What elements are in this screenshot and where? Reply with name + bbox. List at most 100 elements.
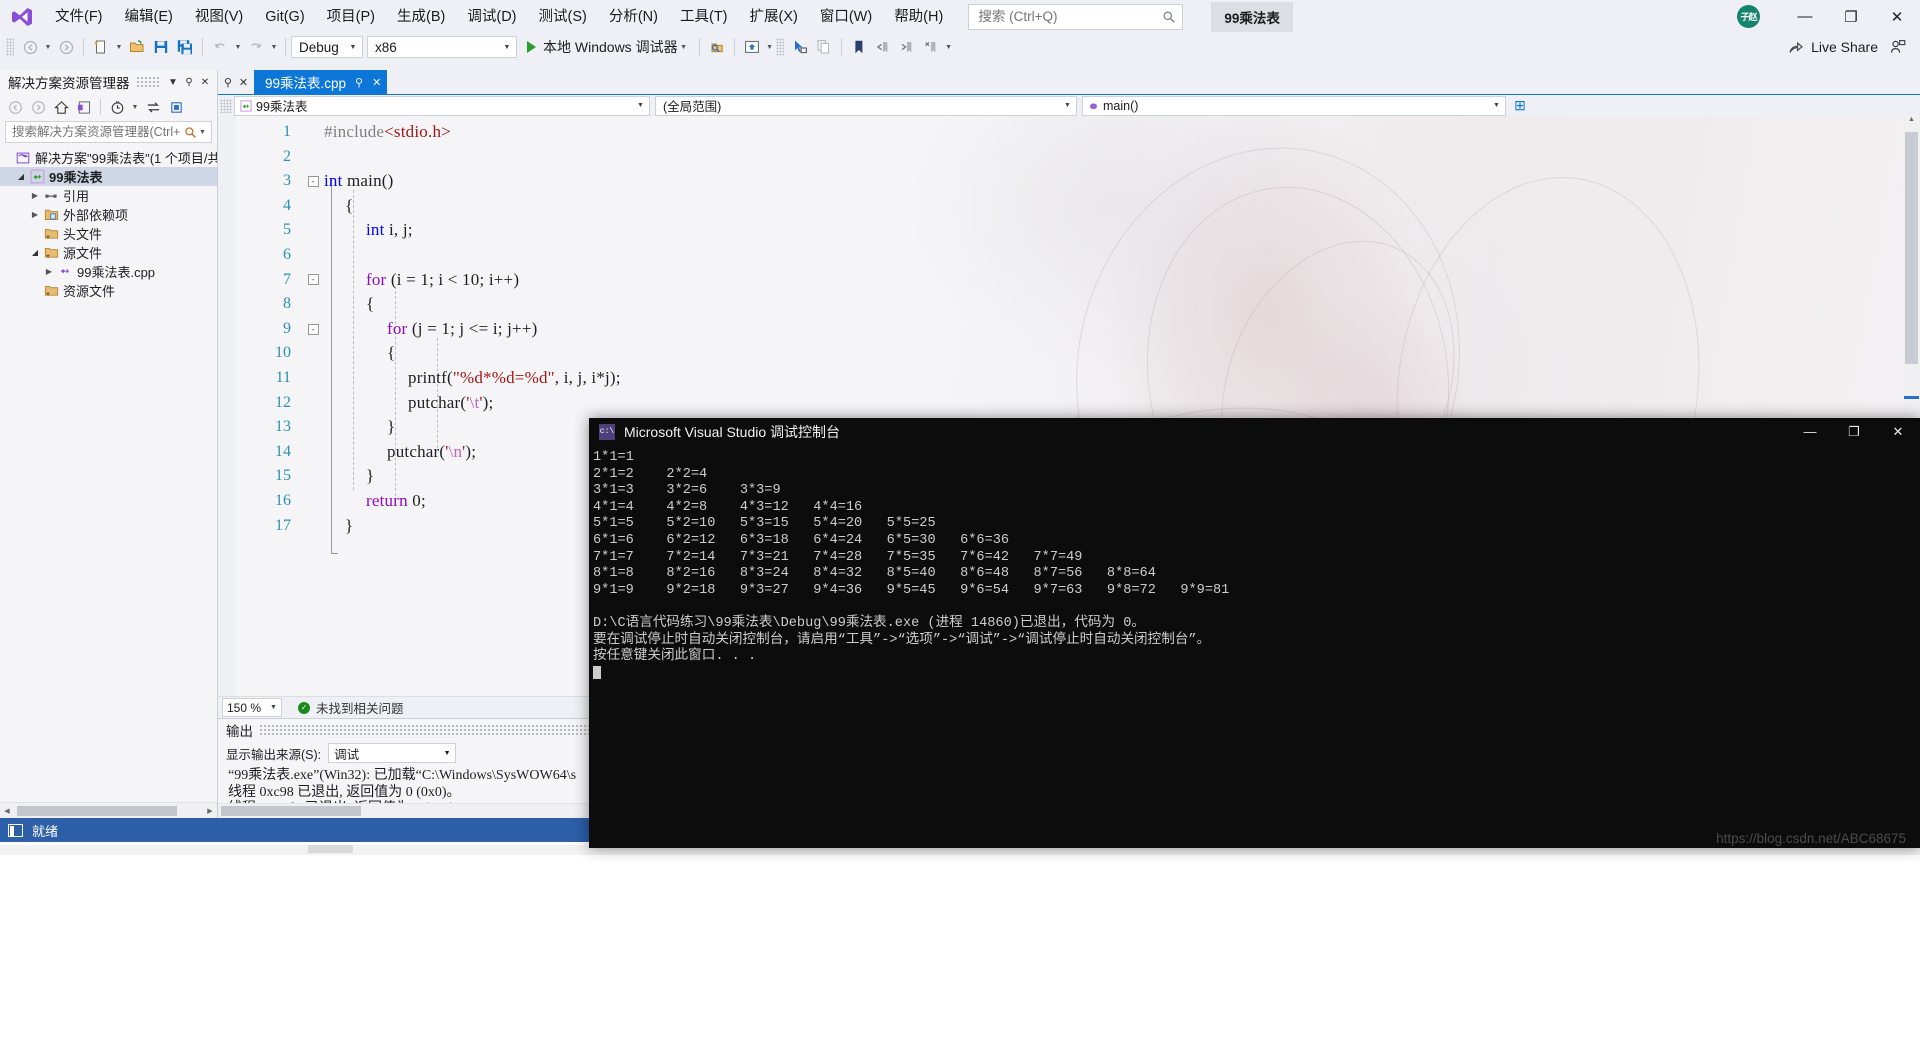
code-line[interactable]: 4{ [218, 194, 1920, 219]
code-text[interactable]: { [324, 341, 395, 366]
tab-99-multiplication-cpp[interactable]: 99乘法表.cpp ⚲ ✕ [254, 70, 388, 94]
solution-configuration-combo[interactable]: Debug ▼ [291, 36, 363, 58]
code-text[interactable]: putchar('\t'); [324, 391, 493, 416]
console-output[interactable]: 1*1=1 2*1=2 2*2=4 3*1=3 3*2=6 3*3=9 4*1=… [589, 445, 1920, 683]
collapse-icon[interactable]: - [302, 268, 324, 293]
code-text[interactable]: for (i = 1; i < 10; i++) [324, 268, 519, 293]
menu-view[interactable]: 视图(V) [184, 3, 254, 31]
menu-test[interactable]: 测试(S) [528, 3, 598, 31]
redo-icon[interactable] [244, 35, 268, 59]
sync-with-active-document-icon[interactable] [142, 96, 164, 118]
navbar-member-combo[interactable]: main() ▼ [1082, 95, 1506, 116]
code-text[interactable]: putchar('\n'); [324, 440, 476, 465]
code-text[interactable]: return 0; [324, 489, 426, 514]
tree-item-project[interactable]: ◢ 99乘法表 [0, 167, 217, 186]
menu-extensions[interactable]: 扩展(X) [739, 3, 809, 31]
scrollbar-thumb[interactable] [1905, 132, 1918, 364]
code-line[interactable]: 1 #include<stdio.h> [218, 120, 1920, 145]
scroll-right-icon[interactable]: ▶ [203, 807, 217, 815]
solution-explorer-search-input[interactable] [12, 125, 184, 139]
code-text[interactable]: } [324, 514, 353, 539]
menu-git[interactable]: Git(G) [254, 3, 315, 31]
code-line[interactable]: 9- for (j = 1; j <= i; j++) [218, 317, 1920, 342]
close-button[interactable]: ✕ [1874, 0, 1920, 33]
add-split-view-icon[interactable]: ⊞ [1511, 97, 1529, 114]
new-file-icon[interactable] [89, 35, 113, 59]
code-line[interactable]: 12 putchar('\t'); [218, 391, 1920, 416]
code-line[interactable]: 10 { [218, 341, 1920, 366]
navigate-forward-icon[interactable] [54, 35, 78, 59]
copy-properties-icon[interactable] [812, 35, 836, 59]
open-file-icon[interactable] [125, 35, 149, 59]
navbar-scope-combo[interactable]: (全局范围) ▼ [655, 95, 1077, 116]
tree-item-resource-files[interactable]: 资源文件 [0, 281, 217, 300]
chevron-down-icon[interactable]: ▼ [197, 129, 208, 136]
tree-item-source-files[interactable]: ◢ 源文件 [0, 243, 217, 262]
preview-caret-icon[interactable]: ▼ [764, 35, 776, 59]
chevron-down-icon[interactable]: ▼ [129, 95, 141, 119]
tree-item-header-files[interactable]: 头文件 [0, 224, 217, 243]
collapse-icon[interactable]: - [302, 169, 324, 194]
close-icon[interactable]: ✕ [197, 73, 213, 91]
preview-window-icon[interactable] [740, 35, 764, 59]
code-text[interactable]: int main() [324, 169, 394, 194]
menu-project[interactable]: 项目(P) [316, 3, 386, 31]
output-source-combo[interactable]: 调试 ▼ [328, 743, 457, 763]
tree-item-references[interactable]: ▶ 引用 [0, 186, 217, 205]
twisty-icon[interactable]: ▶ [28, 210, 42, 219]
collapse-icon[interactable]: - [302, 317, 324, 342]
code-line[interactable]: 5 int i, j; [218, 218, 1920, 243]
bookmark-icon[interactable] [847, 35, 871, 59]
twisty-icon[interactable]: ▶ [42, 267, 56, 276]
bookmark-prev-icon[interactable] [871, 35, 895, 59]
global-search[interactable] [968, 3, 1184, 30]
navbar-grip-icon[interactable] [220, 98, 232, 113]
bookmark-next-icon[interactable] [895, 35, 919, 59]
redo-caret-icon[interactable]: ▼ [268, 35, 280, 59]
code-text[interactable]: int i, j; [324, 218, 413, 243]
tree-item-external-dependencies[interactable]: ▶ 外部依赖项 [0, 205, 217, 224]
pin-icon[interactable]: ⚲ [355, 76, 363, 89]
twisty-icon[interactable]: ◢ [14, 172, 28, 181]
undo-icon[interactable] [208, 35, 232, 59]
chevron-down-icon[interactable]: ▼ [678, 35, 690, 59]
solution-explorer-search[interactable]: ▼ [5, 121, 212, 143]
bookmark-clear-icon[interactable] [919, 35, 943, 59]
search-input[interactable] [978, 9, 1163, 24]
debug-console-window[interactable]: c:\ Microsoft Visual Studio 调试控制台 — ❐ ✕ … [589, 418, 1920, 848]
toolbar-grip-icon[interactable] [775, 38, 784, 56]
pin-icon[interactable]: ⚲ [224, 76, 232, 89]
menu-help[interactable]: 帮助(H) [883, 3, 954, 31]
menu-build[interactable]: 生成(B) [386, 3, 456, 31]
tree-item-cpp-file[interactable]: ▶ 99乘法表.cpp [0, 262, 217, 281]
code-text[interactable]: #include<stdio.h> [324, 120, 451, 145]
save-all-icon[interactable] [173, 35, 197, 59]
code-line[interactable]: 6 [218, 243, 1920, 268]
twisty-icon[interactable]: ▶ [28, 191, 42, 200]
scroll-up-icon[interactable]: ▲ [1903, 116, 1920, 131]
zoom-level-combo[interactable]: 150 % ▼ [222, 698, 282, 717]
minimize-button[interactable]: — [1782, 0, 1828, 33]
code-text[interactable]: } [324, 415, 395, 440]
console-close-button[interactable]: ✕ [1876, 418, 1920, 445]
code-line[interactable]: 2 [218, 145, 1920, 170]
code-text[interactable]: } [324, 464, 374, 489]
solution-explorer-hscrollbar[interactable]: ◀ ▶ [0, 802, 217, 818]
menu-tools[interactable]: 工具(T) [669, 3, 739, 31]
twisty-icon[interactable]: ◢ [28, 248, 42, 257]
menu-debug[interactable]: 调试(D) [456, 3, 527, 31]
menu-window[interactable]: 窗口(W) [809, 3, 883, 31]
navigate-back-caret-icon[interactable]: ▼ [42, 35, 54, 59]
close-icon[interactable]: ✕ [372, 76, 381, 89]
save-icon[interactable] [149, 35, 173, 59]
taskbar-active-item[interactable] [308, 845, 353, 853]
refresh-icon[interactable] [165, 96, 187, 118]
back-icon[interactable] [4, 96, 26, 118]
pin-icon[interactable]: ⚲ [181, 73, 197, 91]
tree-item-solution[interactable]: 解决方案"99乘法表"(1 个项目/共 [0, 148, 217, 167]
live-share-button[interactable]: Live Share [1780, 37, 1886, 57]
start-debugging-button[interactable]: 本地 Windows 调试器 ▼ [521, 35, 694, 59]
pending-changes-icon[interactable] [106, 96, 128, 118]
menu-file[interactable]: 文件(F) [44, 3, 114, 31]
panel-grip-icon[interactable] [135, 76, 159, 88]
